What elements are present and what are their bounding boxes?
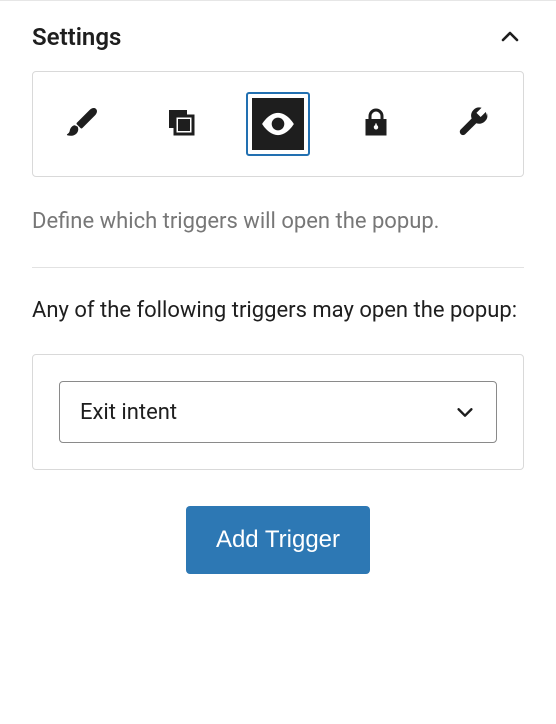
layers-icon xyxy=(163,104,199,144)
tab-triggers[interactable] xyxy=(246,92,310,156)
tab-tools[interactable] xyxy=(441,92,505,156)
tab-access[interactable] xyxy=(344,92,408,156)
tab-design[interactable] xyxy=(51,92,115,156)
wrench-icon xyxy=(455,104,491,144)
settings-panel-title: Settings xyxy=(32,23,121,51)
lock-icon xyxy=(358,104,394,144)
trigger-item: Exit intent xyxy=(32,354,524,470)
settings-tabbar xyxy=(32,71,524,177)
add-trigger-row: Add Trigger xyxy=(32,506,524,574)
brush-icon xyxy=(65,104,101,144)
triggers-description: Define which triggers will open the popu… xyxy=(32,205,524,239)
chevron-up-icon xyxy=(496,23,524,51)
triggers-list-label: Any of the following triggers may open t… xyxy=(32,294,524,328)
eye-icon xyxy=(252,98,304,150)
add-trigger-button[interactable]: Add Trigger xyxy=(186,506,370,574)
tab-layers[interactable] xyxy=(149,92,213,156)
trigger-type-select[interactable]: Exit intent xyxy=(59,381,497,443)
divider xyxy=(32,267,524,268)
settings-panel-header[interactable]: Settings xyxy=(0,1,556,71)
chevron-down-icon xyxy=(454,401,476,423)
trigger-type-value: Exit intent xyxy=(80,400,177,425)
settings-panel: Settings xyxy=(0,0,556,574)
